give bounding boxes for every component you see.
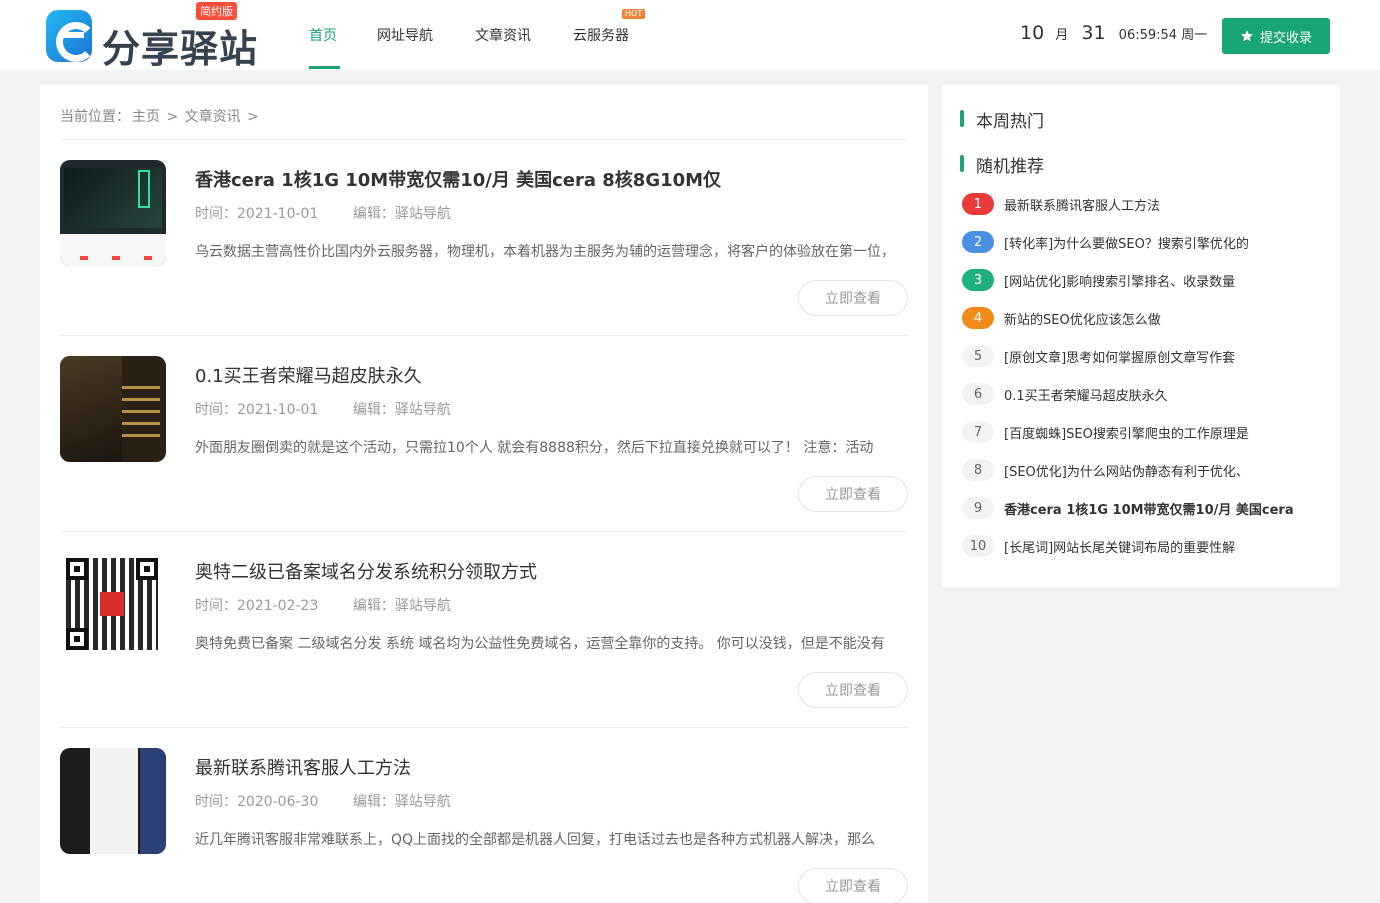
- article-editor: 驿站导航: [394, 402, 451, 418]
- time-label: 时间：: [195, 206, 237, 222]
- rank-title: [百度蜘蛛]SEO搜索引擎爬虫的工作原理是: [1004, 427, 1249, 442]
- article-meta: 时间：2021-10-01 编辑：驿站导航: [195, 203, 451, 223]
- article-editor: 驿站导航: [394, 794, 451, 810]
- nav-active-indicator: [309, 66, 340, 69]
- rank-number: 6: [962, 383, 994, 405]
- rank-list-item[interactable]: 6 0.1买王者荣耀马超皮肤永久: [962, 383, 1332, 405]
- article-meta: 时间：2021-10-01 编辑：驿站导航: [195, 399, 451, 419]
- rank-list-item[interactable]: 2 [转化率]为什么要做SEO？搜索引擎优化的: [962, 231, 1332, 253]
- article-excerpt: 近几年腾讯客服非常难联系上，QQ上面找的全部都是机器人回复，打电话过去也是各种方…: [195, 832, 876, 848]
- submit-site-button[interactable]: 提交收录: [1222, 18, 1330, 54]
- view-more-button[interactable]: 立即查看: [798, 280, 908, 316]
- rank-title: [原创文章]思考如何掌握原创文章写作套: [1004, 351, 1236, 366]
- time-label: 时间：: [195, 598, 237, 614]
- rank-title: [网站优化]影响搜索引擎排名、收录数量: [1004, 275, 1236, 290]
- rank-list-item[interactable]: 5 [原创文章]思考如何掌握原创文章写作套: [962, 345, 1332, 367]
- rank-list-item[interactable]: 1 最新联系腾讯客服人工方法: [962, 193, 1332, 215]
- article-editor: 驿站导航: [394, 206, 451, 222]
- article-item: 香港cera 1核1G 10M带宽仅需10/月 美国cera 8核8G10M仅 …: [60, 140, 908, 336]
- article-thumbnail[interactable]: [60, 356, 166, 462]
- time-label: 时间：: [195, 794, 237, 810]
- rank-number: 9: [962, 497, 994, 519]
- editor-label: 编辑：: [352, 402, 395, 418]
- rank-number: 2: [962, 231, 994, 253]
- date-time-display: 10 月 31 06:59:54 周一: [1020, 22, 1207, 44]
- article-meta: 时间：2021-02-23 编辑：驿站导航: [195, 595, 451, 615]
- article-title[interactable]: 最新联系腾讯客服人工方法: [195, 754, 411, 780]
- article-excerpt: 外面朋友圈倒卖的就是这个活动，只需拉10个人 就会有8888积分，然后下拉直接兑…: [195, 440, 874, 456]
- view-more-button[interactable]: 立即查看: [798, 868, 908, 903]
- hot-this-week-heading[interactable]: 本周热门: [960, 107, 1044, 132]
- rank-list-item[interactable]: 7 [百度蜘蛛]SEO搜索引擎爬虫的工作原理是: [962, 421, 1332, 443]
- rank-number: 10: [962, 535, 994, 557]
- breadcrumb-separator: >: [162, 109, 183, 125]
- article-list-panel: 当前位置： 主页 > 文章资讯 > 香港cera 1核1G 10M带宽仅需10/月…: [40, 85, 928, 903]
- rank-list-item[interactable]: 8 [SEO优化]为什么网站伪静态有利于优化、: [962, 459, 1332, 481]
- logo-text: 分享驿站: [102, 27, 259, 71]
- rank-list-item[interactable]: 9 香港cera 1核1G 10M带宽仅需10/月 美国cera: [962, 497, 1332, 519]
- article-date: 2020-06-30: [237, 794, 319, 810]
- article-thumbnail[interactable]: [60, 748, 166, 854]
- top-header: 分享驿站 简约版 首页 网址导航 文章资讯 云服务器 HOT 10 月 31 0…: [0, 0, 1380, 71]
- article-item: 0.1买王者荣耀马超皮肤永久 时间：2021-10-01 编辑：驿站导航 外面朋…: [60, 336, 908, 532]
- rank-title: 香港cera 1核1G 10M带宽仅需10/月 美国cera: [1004, 503, 1294, 518]
- article-item: 奥特二级已备案域名分发系统积分领取方式 时间：2021-02-23 编辑：驿站导…: [60, 532, 908, 728]
- view-more-button[interactable]: 立即查看: [798, 672, 908, 708]
- star-icon: [1241, 30, 1253, 42]
- editor-label: 编辑：: [352, 794, 395, 810]
- article-excerpt: 乌云数据主营高性价比国内外云服务器，物理机，本着机器为主服务为辅的运营理念，将客…: [195, 244, 895, 260]
- rank-number: 7: [962, 421, 994, 443]
- article-editor: 驿站导航: [394, 598, 451, 614]
- nav-item-home[interactable]: 首页: [309, 25, 337, 45]
- logo-badge: 简约版: [196, 2, 237, 20]
- breadcrumb: 当前位置： 主页 > 文章资讯 >: [60, 106, 261, 126]
- rank-number: 8: [962, 459, 994, 481]
- hot-badge: HOT: [622, 9, 646, 19]
- breadcrumb-separator: >: [242, 109, 259, 125]
- rank-number: 5: [962, 345, 994, 367]
- nav-item-sites[interactable]: 网址导航: [377, 25, 433, 45]
- article-date: 2021-10-01: [237, 206, 319, 222]
- article-title[interactable]: 奥特二级已备案域名分发系统积分领取方式: [195, 558, 537, 584]
- random-recommend-heading[interactable]: 随机推荐: [960, 152, 1044, 177]
- breadcrumb-prefix: 当前位置：: [60, 109, 130, 125]
- clock-day: 31: [1081, 22, 1106, 44]
- rank-number: 4: [962, 307, 994, 329]
- article-excerpt: 奥特免费已备案 二级域名分发 系统 域名均为公益性免费域名，运营全靠你的支持。 …: [195, 636, 885, 652]
- article-item: 最新联系腾讯客服人工方法 时间：2020-06-30 编辑：驿站导航 近几年腾讯…: [60, 728, 908, 903]
- breadcrumb-current[interactable]: 文章资讯: [185, 109, 241, 125]
- article-title[interactable]: 0.1买王者荣耀马超皮肤永久: [195, 362, 422, 388]
- rank-title: 新站的SEO优化应该怎么做: [1004, 313, 1161, 328]
- clock-month-unit: 月: [1055, 28, 1069, 43]
- rank-title: [长尾词]网站长尾关键词布局的重要性解: [1004, 541, 1236, 556]
- nav-item-cloud-servers[interactable]: 云服务器: [573, 25, 629, 45]
- time-label: 时间：: [195, 402, 237, 418]
- site-logo[interactable]: 分享驿站 简约版: [46, 2, 257, 71]
- rank-title: 0.1买王者荣耀马超皮肤永久: [1004, 389, 1168, 404]
- rank-list-item[interactable]: 3 [网站优化]影响搜索引擎排名、收录数量: [962, 269, 1332, 291]
- editor-label: 编辑：: [352, 598, 395, 614]
- sidebar-panel: 本周热门 随机推荐 1 最新联系腾讯客服人工方法 2 [转化率]为什么要做SEO…: [942, 85, 1340, 587]
- editor-label: 编辑：: [352, 206, 395, 222]
- rank-number: 3: [962, 269, 994, 291]
- article-title[interactable]: 香港cera 1核1G 10M带宽仅需10/月 美国cera 8核8G10M仅: [195, 166, 721, 192]
- rank-title: [SEO优化]为什么网站伪静态有利于优化、: [1004, 465, 1249, 480]
- logo-e-icon: [46, 10, 96, 62]
- rank-list-item[interactable]: 10 [长尾词]网站长尾关键词布局的重要性解: [962, 535, 1332, 557]
- article-meta: 时间：2020-06-30 编辑：驿站导航: [195, 791, 451, 811]
- article-date: 2021-02-23: [237, 598, 319, 614]
- submit-label: 提交收录: [1259, 30, 1312, 46]
- clock-month: 10: [1020, 22, 1045, 44]
- article-date: 2021-10-01: [237, 402, 319, 418]
- clock-time: 06:59:54 周一: [1118, 28, 1208, 43]
- rank-number: 1: [962, 193, 994, 215]
- view-more-button[interactable]: 立即查看: [798, 476, 908, 512]
- article-thumbnail[interactable]: [60, 552, 166, 658]
- rank-list-item[interactable]: 4 新站的SEO优化应该怎么做: [962, 307, 1332, 329]
- rank-title: 最新联系腾讯客服人工方法: [1004, 199, 1161, 214]
- breadcrumb-home[interactable]: 主页: [132, 109, 160, 125]
- article-thumbnail[interactable]: [60, 160, 166, 266]
- nav-item-articles[interactable]: 文章资讯: [475, 25, 531, 45]
- rank-title: [转化率]为什么要做SEO？搜索引擎优化的: [1004, 237, 1249, 252]
